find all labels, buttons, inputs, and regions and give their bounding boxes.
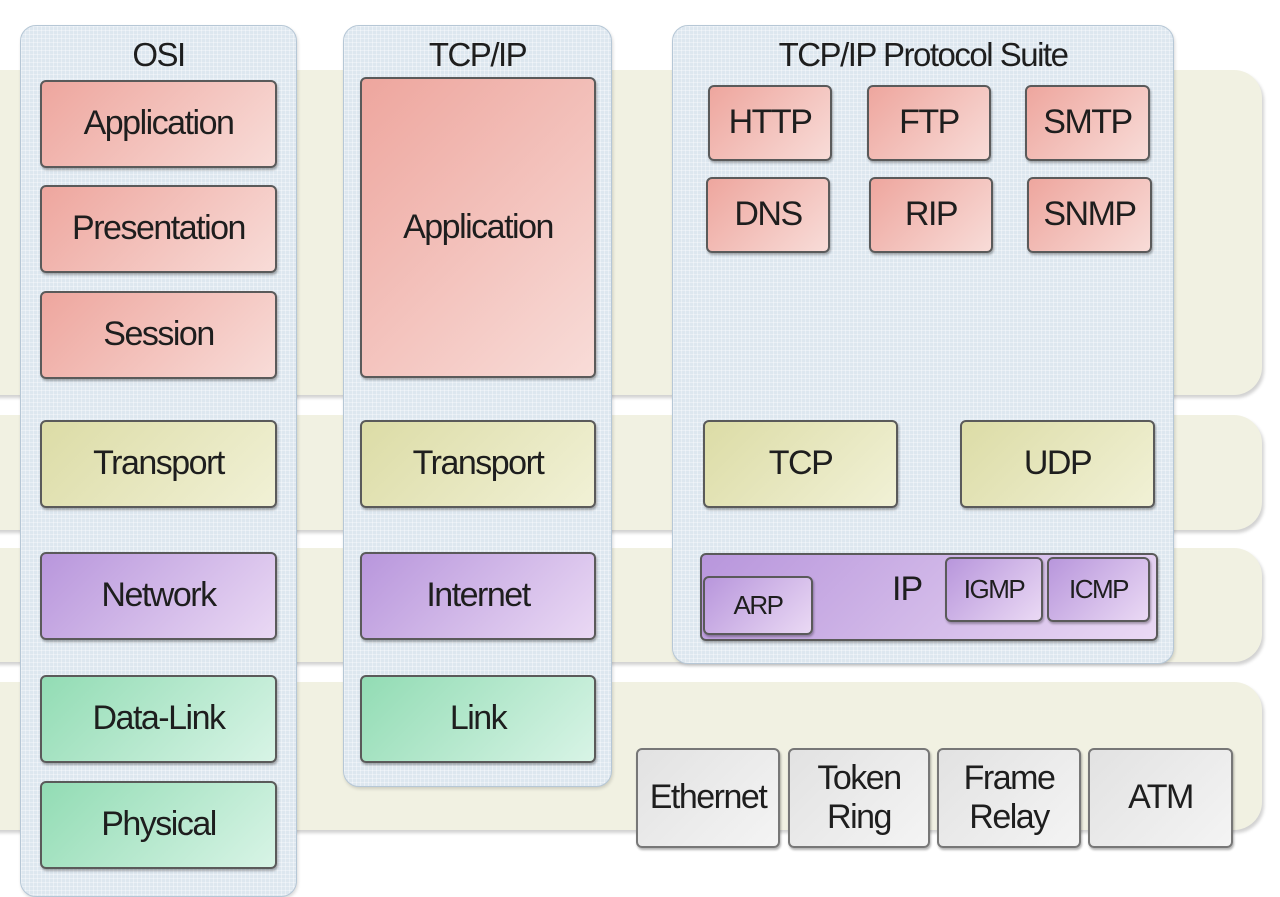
- protocol-http: HTTP: [708, 85, 832, 161]
- protocol-tcp: TCP: [703, 420, 898, 508]
- tcpip-layer-internet: Internet: [360, 552, 596, 640]
- protocol-ethernet: Ethernet: [636, 748, 780, 848]
- tcpip-layer-transport: Transport: [360, 420, 596, 508]
- osi-layer-session: Session: [40, 291, 277, 379]
- protocol-smtp: SMTP: [1025, 85, 1150, 161]
- osi-layer-transport: Transport: [40, 420, 277, 508]
- tcpip-layer-link: Link: [360, 675, 596, 763]
- osi-title: OSI: [132, 36, 186, 73]
- protocol-udp: UDP: [960, 420, 1155, 508]
- protocol-ip-label: IP: [892, 570, 923, 608]
- tcpip-layer-application: Application: [360, 77, 596, 378]
- protocol-igmp: IGMP: [945, 557, 1043, 622]
- osi-layer-presentation: Presentation: [40, 185, 277, 273]
- protocol-token-ring: Token Ring: [788, 748, 930, 848]
- protocol-dns: DNS: [706, 177, 830, 253]
- protocol-rip: RIP: [869, 177, 993, 253]
- tcpip-title: TCP/IP: [428, 36, 528, 73]
- suite-title: TCP/IP Protocol Suite: [778, 36, 1069, 73]
- protocol-frame-relay: Frame Relay: [937, 748, 1081, 848]
- protocol-ftp: FTP: [867, 85, 991, 161]
- protocol-arp: ARP: [703, 576, 813, 635]
- osi-layer-network: Network: [40, 552, 277, 640]
- protocol-atm: ATM: [1088, 748, 1233, 848]
- osi-layer-physical: Physical: [40, 781, 277, 869]
- protocol-icmp: ICMP: [1047, 557, 1150, 622]
- osi-layer-data-link: Data-Link: [40, 675, 277, 763]
- protocol-snmp: SNMP: [1027, 177, 1152, 253]
- osi-layer-application: Application: [40, 80, 277, 168]
